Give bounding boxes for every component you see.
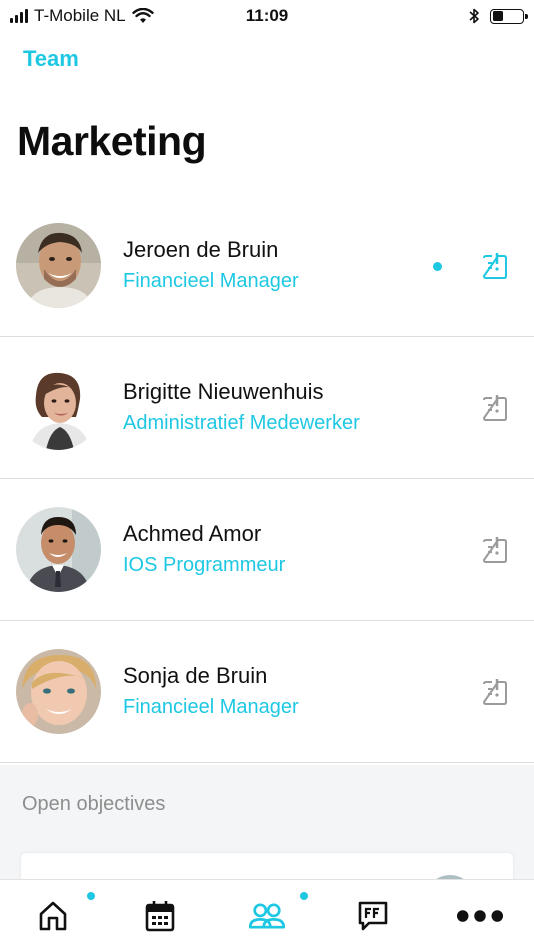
member-info: Achmed Amor IOS Programmeur [123, 521, 285, 577]
carrier-name: T-Mobile NL [34, 6, 126, 25]
member-info: Sonja de Bruin Financieel Manager [123, 663, 299, 719]
member-info: Jeroen de Bruin Financieel Manager [123, 237, 299, 293]
member-name: Achmed Amor [123, 521, 262, 546]
feedback-icon [358, 901, 388, 930]
member-role: Financieel Manager [123, 696, 299, 719]
member-name: Brigitte Nieuwenhuis [123, 379, 324, 404]
member-role: Financieel Manager [123, 270, 299, 293]
team-member-row[interactable]: Jeroen de Bruin Financieel Manager [0, 195, 534, 337]
battery-icon [490, 8, 528, 24]
wifi-icon [131, 8, 154, 23]
more-icon [456, 909, 504, 922]
tab-bar [0, 879, 534, 950]
tab-more[interactable] [427, 880, 533, 950]
page-title: Marketing [17, 118, 207, 164]
section-title: Open objectives [22, 793, 166, 815]
tab-feedback[interactable] [320, 880, 426, 950]
notes-icon[interactable] [480, 394, 510, 424]
team-icon [248, 902, 286, 929]
avatar [16, 507, 101, 592]
member-name: Jeroen de Bruin [123, 237, 279, 262]
calendar-icon [145, 900, 175, 931]
member-info: Brigitte Nieuwenhuis Administratief Mede… [123, 379, 360, 435]
bluetooth-icon [469, 8, 479, 24]
battery-level [492, 11, 503, 21]
notes-icon[interactable] [480, 536, 510, 566]
team-member-list: Jeroen de Bruin Financieel Manager Brigi… [0, 195, 534, 763]
notification-dot [300, 892, 308, 900]
team-member-row[interactable]: Brigitte Nieuwenhuis Administratief Mede… [0, 337, 534, 479]
member-role: IOS Programmeur [123, 554, 286, 577]
home-icon [39, 901, 67, 930]
notification-dot [87, 892, 95, 900]
notes-icon[interactable] [480, 252, 510, 282]
tab-home[interactable] [0, 880, 106, 950]
signal-icon [10, 9, 28, 23]
member-role: Administratief Medewerker [123, 412, 360, 435]
unread-indicator [433, 262, 442, 271]
member-name: Sonja de Bruin [123, 663, 268, 688]
team-member-row[interactable]: Sonja de Bruin Financieel Manager [0, 621, 534, 763]
tab-calendar[interactable] [107, 880, 213, 950]
carrier-info: T-Mobile NL [10, 6, 210, 26]
status-bar: T-Mobile NL 11:09 [0, 0, 534, 32]
back-to-team-link[interactable]: Team [23, 46, 79, 72]
avatar [16, 223, 101, 308]
team-member-row[interactable]: Achmed Amor IOS Programmeur [0, 479, 534, 621]
avatar [16, 649, 101, 734]
notes-icon[interactable] [480, 678, 510, 708]
avatar [16, 365, 101, 450]
open-objectives-section: Open objectives [0, 765, 534, 893]
tab-team[interactable] [214, 880, 320, 950]
